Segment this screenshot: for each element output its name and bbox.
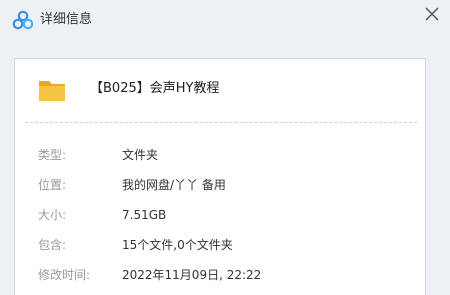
detail-row-location: 位置: 我的网盘/丫丫 备用 <box>15 175 427 195</box>
detail-value: 15个文件,0个文件夹 <box>122 238 233 252</box>
window-title: 详细信息 <box>40 12 93 27</box>
details-panel: 【B025】会声HY教程 类型: 文件夹 位置: 我的网盘/丫丫 备用 大小: … <box>14 58 426 295</box>
detail-label: 修改时间: <box>38 268 91 282</box>
detail-row-size: 大小: 7.51GB <box>15 205 427 225</box>
detail-label: 位置: <box>38 178 67 192</box>
detail-label: 包含: <box>38 238 67 252</box>
folder-icon <box>39 81 65 101</box>
title-bar: 详细信息 <box>0 0 450 40</box>
close-icon[interactable] <box>422 4 442 24</box>
detail-value: 2022年11月09日, 22:22 <box>122 268 262 282</box>
baidu-netdisk-logo-icon <box>12 10 34 30</box>
detail-label: 类型: <box>38 148 67 162</box>
detail-label: 大小: <box>38 208 67 222</box>
detail-row-contents: 包含: 15个文件,0个文件夹 <box>15 235 427 255</box>
detail-row-type: 类型: 文件夹 <box>15 145 427 165</box>
detail-row-modified: 修改时间: 2022年11月09日, 22:22 <box>15 265 427 285</box>
divider <box>25 122 417 123</box>
file-name: 【B025】会声HY教程 <box>90 81 220 96</box>
detail-value: 我的网盘/丫丫 备用 <box>122 178 226 192</box>
details-window: 详细信息 【B025】会声HY教程 类型: 文件夹 位置: 我的网盘/丫丫 备用… <box>0 0 450 295</box>
detail-value: 文件夹 <box>122 148 159 162</box>
detail-value: 7.51GB <box>122 208 167 222</box>
